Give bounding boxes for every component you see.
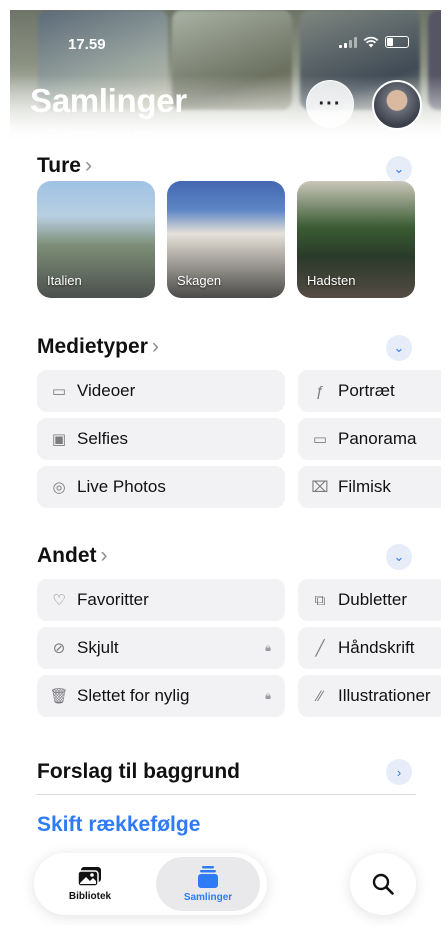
chevron-down-icon: ⌄	[393, 549, 405, 564]
section-title-trips[interactable]: Ture ›	[37, 154, 92, 178]
media-item-videos[interactable]: ▭ Videoer	[37, 370, 285, 412]
tab-library[interactable]: Bibliotek	[40, 857, 140, 911]
search-button[interactable]	[350, 853, 416, 915]
other-item-handwriting[interactable]: ╱ Håndskrift	[298, 627, 441, 669]
trash-icon: 🗑︎	[49, 688, 69, 705]
chevron-right-button[interactable]: ›	[386, 759, 412, 785]
other-item-duplicates[interactable]: ⧉ Dubletter	[298, 579, 441, 621]
media-item-live-photos[interactable]: ◎ Live Photos	[37, 466, 285, 508]
profile-avatar[interactable]	[372, 80, 422, 130]
chevron-down-icon: ⌄	[393, 161, 405, 176]
chevron-right-icon: ›	[151, 335, 159, 358]
chevron-down-icon: ⌄	[393, 340, 405, 355]
chevron-right-icon: ›	[84, 154, 92, 177]
photo-library-icon	[77, 867, 101, 887]
handwriting-icon: ╱	[315, 640, 325, 657]
sync-status: ☁ Synkroniserer 1 emne...	[32, 127, 175, 141]
lock-icon: 🔒︎	[265, 641, 271, 654]
page-title: Samlinger	[30, 82, 187, 119]
duplicate-icon: ⧉	[314, 591, 326, 609]
battery-icon	[385, 36, 409, 48]
search-icon	[372, 873, 394, 895]
illustration-icon: ∕∕	[317, 687, 323, 705]
collections-icon	[198, 866, 218, 888]
video-icon: ▭	[51, 383, 67, 400]
tab-collections[interactable]: Samlinger	[156, 857, 260, 911]
section-title-media-types[interactable]: Medietyper ›	[37, 335, 159, 359]
app-screen: 17.59 Samlinger ☁ Synkroniserer 1 emne..…	[10, 10, 441, 925]
other-item-recently-deleted[interactable]: 🗑︎ Slettet for nylig 🔒︎	[37, 675, 285, 717]
tab-bar: Bibliotek Samlinger	[34, 853, 267, 915]
media-item-portrait[interactable]: ƒ Portræt	[298, 370, 441, 412]
media-collapse-button[interactable]: ⌄	[386, 335, 412, 361]
heart-icon: ♡	[52, 592, 66, 609]
hero-background	[10, 10, 441, 145]
wifi-icon	[363, 36, 379, 48]
cinematic-icon: ⌧	[311, 479, 329, 496]
trip-card-hadsten[interactable]: Hadsten	[297, 181, 415, 298]
wallpaper-suggestions-row[interactable]: Forslag til baggrund ›	[37, 750, 416, 795]
hidden-eye-icon: ⊘	[52, 640, 66, 657]
media-item-selfies[interactable]: ▣ Selfies	[37, 418, 285, 460]
media-item-cinematic[interactable]: ⌧ Filmisk	[298, 466, 441, 508]
other-item-favorites[interactable]: ♡ Favoritter	[37, 579, 285, 621]
status-time: 17.59	[68, 36, 106, 53]
lock-icon: 🔒︎	[265, 689, 271, 702]
signal-icon	[339, 36, 357, 48]
live-photo-icon: ◎	[52, 479, 66, 496]
selfie-icon: ▣	[51, 431, 67, 448]
chevron-right-icon: ›	[100, 544, 108, 567]
status-icons	[339, 36, 409, 48]
portrait-icon: ƒ	[315, 382, 325, 400]
reorder-link[interactable]: Skift rækkefølge	[37, 813, 200, 837]
media-item-panorama[interactable]: ▭ Panorama	[298, 418, 441, 460]
trips-collapse-button[interactable]: ⌄	[386, 156, 412, 182]
more-options-button[interactable]: ···	[306, 80, 354, 128]
other-collapse-button[interactable]: ⌄	[386, 544, 412, 570]
chevron-right-icon: ›	[396, 764, 402, 780]
trip-card-skagen[interactable]: Skagen	[167, 181, 285, 298]
panorama-icon: ▭	[312, 431, 328, 448]
section-title-other[interactable]: Andet ›	[37, 544, 108, 568]
trip-card-italien[interactable]: Italien	[37, 181, 155, 298]
other-item-illustrations[interactable]: ∕∕ Illustrationer	[298, 675, 441, 717]
other-item-hidden[interactable]: ⊘ Skjult 🔒︎	[37, 627, 285, 669]
